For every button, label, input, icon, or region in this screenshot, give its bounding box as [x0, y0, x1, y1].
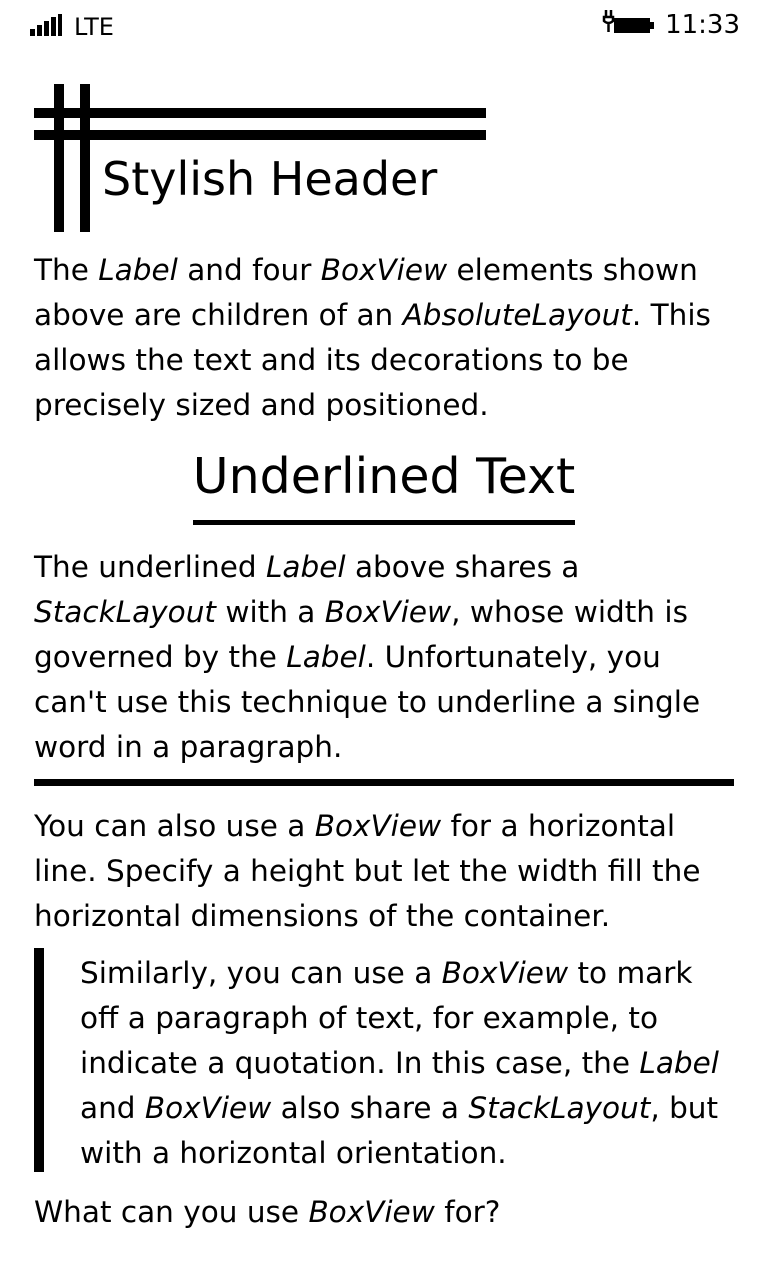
- battery-charging-icon: [602, 10, 654, 33]
- header-second-bar: [34, 130, 486, 140]
- underline-bar: [192, 520, 576, 525]
- quotation-paragraph: Similarly, you can use a BoxView to mark…: [80, 956, 719, 1170]
- underlined-title: Underlined Text: [192, 448, 576, 505]
- stylish-header-title: Stylish Header: [102, 152, 438, 206]
- underlined-section: Underlined Text: [0, 444, 768, 525]
- network-type: LTE: [74, 13, 114, 41]
- paragraph-absolute-layout: The Label and four BoxView elements show…: [34, 253, 711, 422]
- status-bar: LTE 11:33: [0, 0, 768, 52]
- paragraph-question: What can you use BoxView for?: [34, 1195, 501, 1229]
- header-right-bar: [80, 84, 90, 232]
- quote-bar: [34, 948, 44, 1172]
- horizontal-rule: [34, 779, 734, 786]
- paragraph-underline: The underlined Label above shares a Stac…: [34, 550, 701, 764]
- header-top-bar: [34, 108, 486, 118]
- clock: 11:33: [665, 10, 740, 40]
- signal-bars-icon: [30, 14, 62, 36]
- paragraph-horizontal-line: You can also use a BoxView for a horizon…: [34, 809, 701, 933]
- header-left-bar: [54, 84, 64, 232]
- stylish-header: Stylish Header: [34, 84, 486, 232]
